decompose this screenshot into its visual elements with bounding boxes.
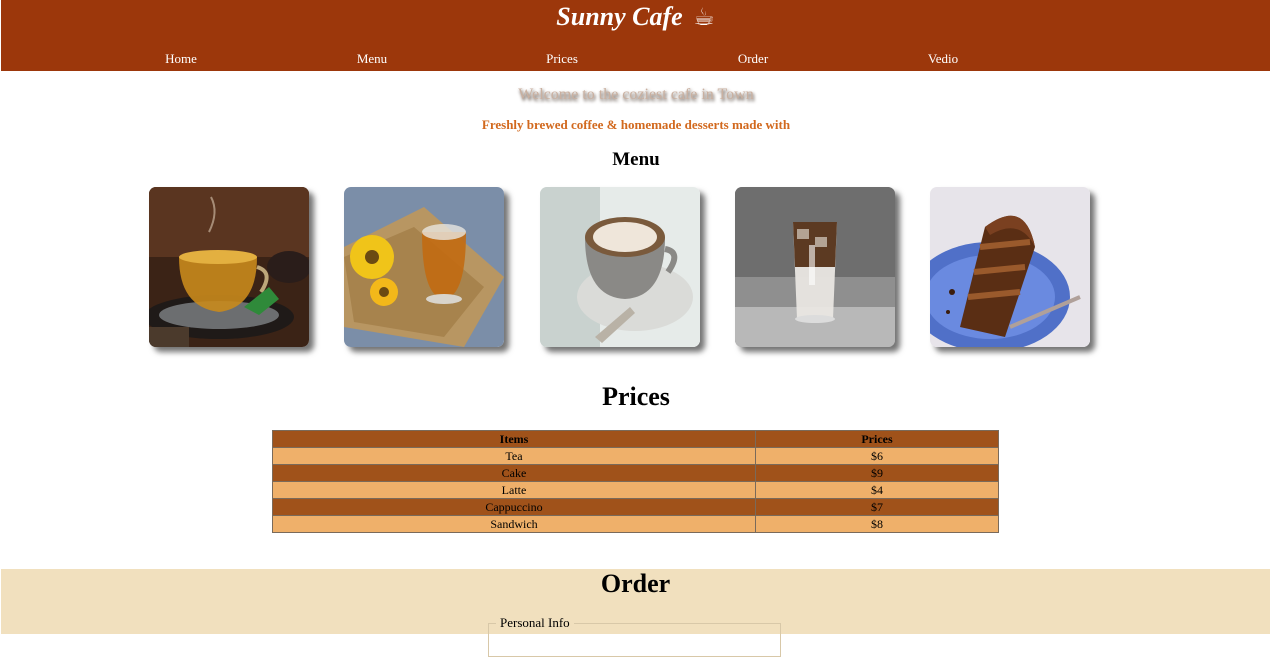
chocolate-cake-photo: [930, 187, 1090, 347]
prices-heading: Prices: [602, 382, 670, 411]
nav-order-link[interactable]: Order: [738, 51, 768, 67]
herbal-tea-photo: [149, 187, 309, 347]
column-header-prices: Prices: [755, 430, 999, 448]
price-cell: $7: [755, 498, 999, 516]
item-cell: Cake: [272, 464, 756, 482]
column-header-items: Items: [272, 430, 756, 448]
nav-prices-link[interactable]: Prices: [546, 51, 578, 67]
tagline-text: Freshly brewed coffee & homemade dessert…: [481, 117, 791, 132]
site-title: Sunny Cafe ☕: [1, 0, 1270, 34]
iced-latte-photo: [735, 187, 895, 347]
item-cell: Cappuccino: [272, 498, 756, 516]
nav-vedio-link[interactable]: Vedio: [928, 51, 958, 67]
nav-menu-link[interactable]: Menu: [357, 51, 387, 67]
personal-info-legend: Personal Info: [500, 615, 570, 630]
welcome-text: Welcome to the coziest cafe in Town: [518, 86, 754, 103]
menu-heading: Menu: [612, 149, 660, 170]
coffee-cup-icon: ☕: [693, 3, 715, 31]
order-heading: Order: [600, 569, 671, 598]
table-row: Tea $6: [272, 447, 999, 465]
table-row: Cake $9: [272, 464, 999, 482]
table-header-row: Items Prices: [272, 430, 999, 448]
table-row: Sandwich $8: [272, 515, 999, 533]
nav-home-link[interactable]: Home: [165, 51, 197, 67]
black-tea-photo: [344, 187, 504, 347]
price-cell: $9: [755, 464, 999, 482]
price-cell: $4: [755, 481, 999, 499]
item-cell: Latte: [272, 481, 756, 499]
prices-table: Items Prices Tea $6 Cake $9 Latte $4 Cap…: [272, 430, 999, 533]
price-cell: $6: [755, 447, 999, 465]
cappuccino-photo: [540, 187, 700, 347]
price-cell: $8: [755, 515, 999, 533]
item-cell: Tea: [272, 447, 756, 465]
site-header: Sunny Cafe ☕ Home Menu Prices Order Vedi…: [1, 0, 1270, 71]
site-title-text: Sunny Cafe: [556, 2, 683, 31]
personal-info-fieldset: Personal Info: [488, 615, 781, 657]
item-cell: Sandwich: [272, 515, 756, 533]
table-row: Latte $4: [272, 481, 999, 499]
order-section: Order Personal Info: [1, 569, 1270, 657]
table-row: Cappuccino $7: [272, 498, 999, 516]
